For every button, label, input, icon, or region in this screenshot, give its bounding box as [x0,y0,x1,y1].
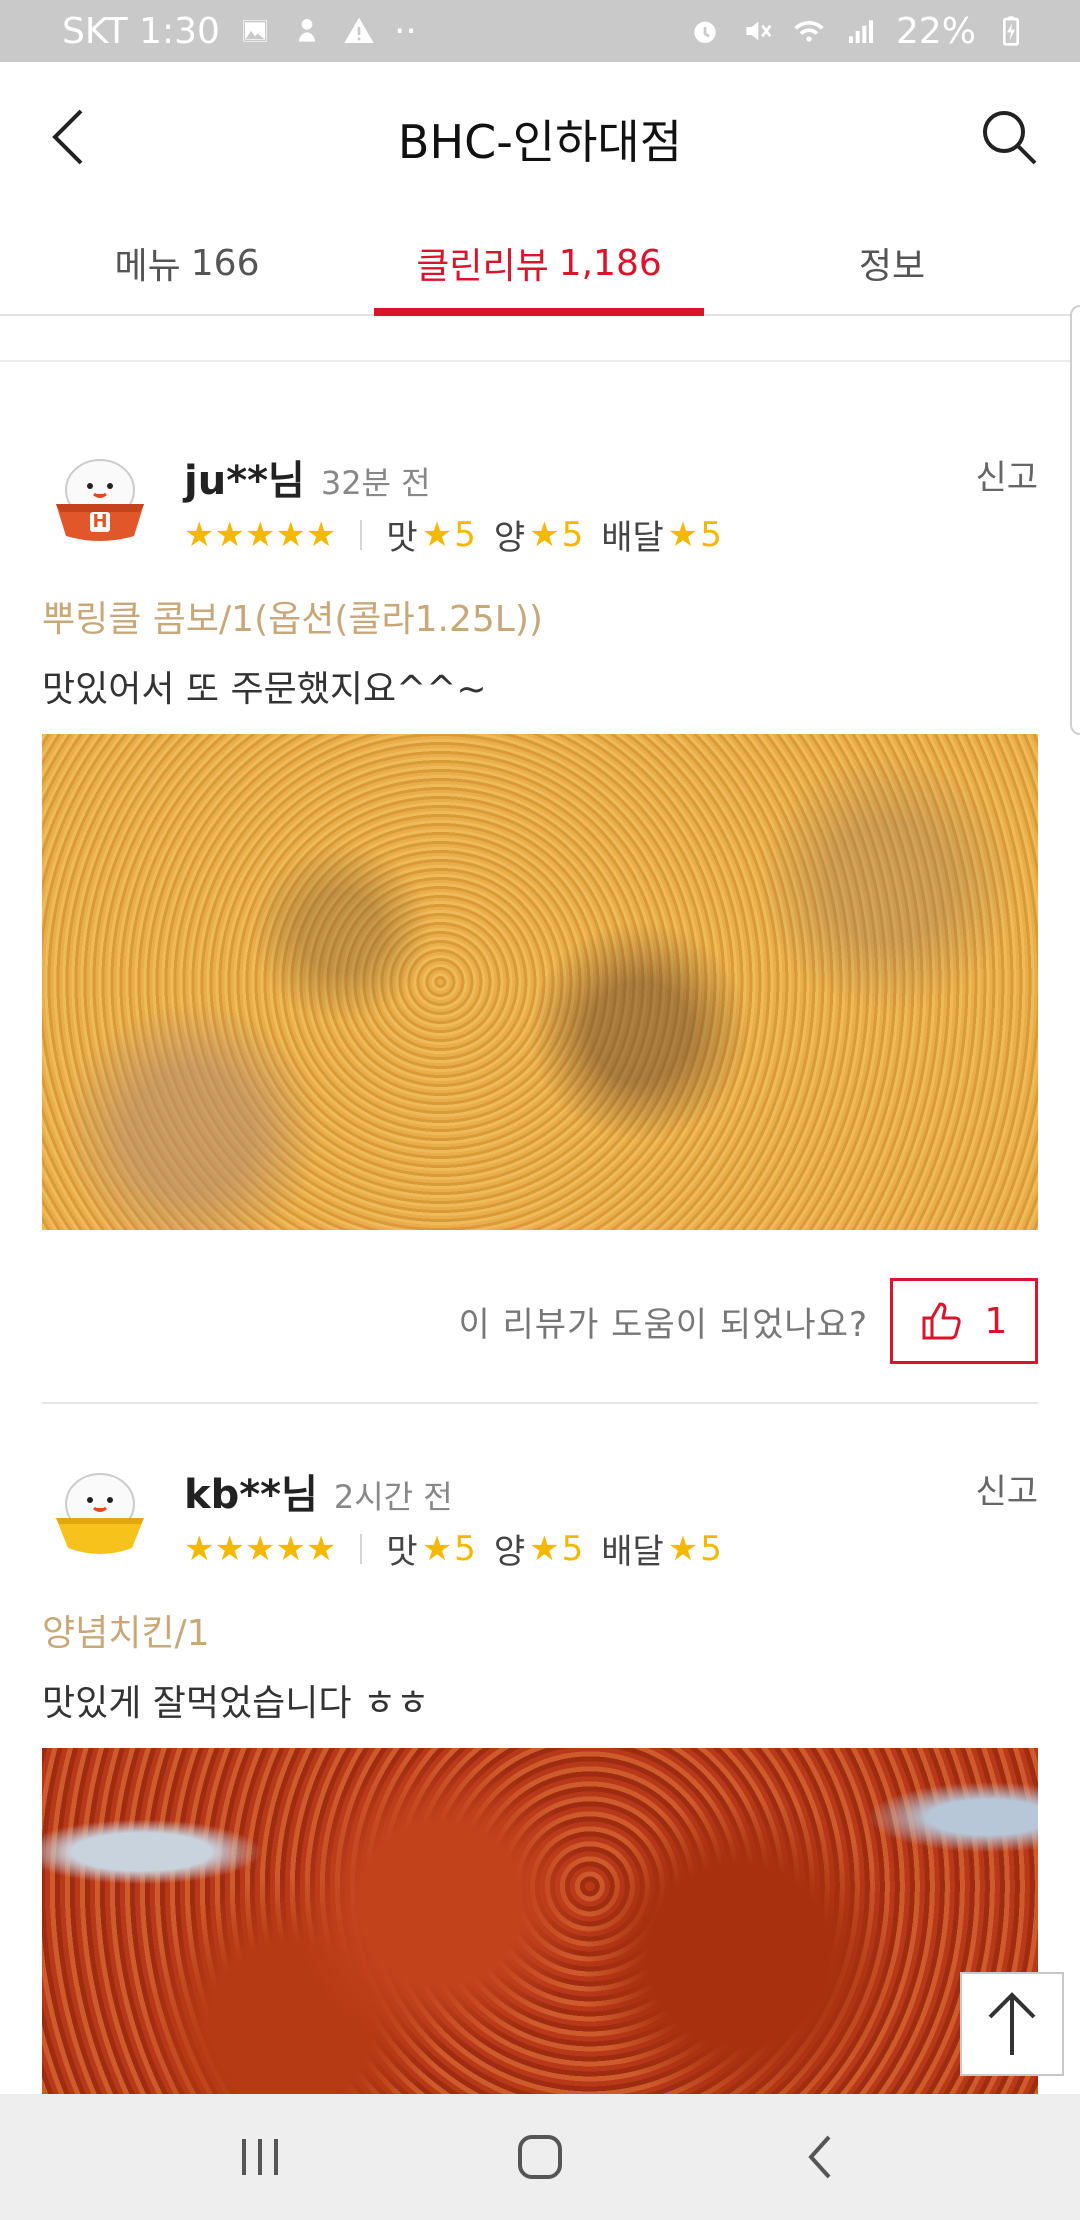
rating-taste-value: 5 [454,1528,476,1569]
search-button[interactable] [972,100,1046,174]
tab-menu-label: 메뉴 [114,246,181,287]
status-left: SKT 1:30 ·· [62,11,417,52]
warning-icon [342,14,376,48]
rating-quantity: 양 ★ 5 [494,1524,583,1573]
like-count: 1 [984,1300,1008,1342]
review-text: 맛있게 잘먹었습니다 ㅎㅎ [42,1683,430,1724]
tab-info[interactable]: 정보 [704,212,1080,314]
rating-delivery-label: 배달 [601,518,664,558]
star-icon: ★ [421,514,453,555]
review-header: ju**님 32분 전 [184,448,431,506]
status-bar: SKT 1:30 ·· 22% [0,0,1080,62]
avatar [50,1462,150,1562]
carrier-time: SKT 1:30 [62,10,220,52]
more-notifications: ·· [393,10,417,52]
rice-bowl-mascot-icon [56,459,144,541]
rating-delivery-value: 5 [700,514,722,555]
system-nav-bar [0,2094,1080,2220]
scroll-to-top-button[interactable] [960,1972,1064,2076]
search-icon [983,111,1037,165]
report-button[interactable]: 신고 [975,1464,1038,1513]
wifi-icon [792,14,826,48]
notification-icon [290,14,324,48]
rating-separator [360,1533,363,1564]
overall-stars: ★★★★★ [184,514,337,555]
rice-bowl-mascot-icon [56,1473,144,1554]
tab-clean-review-label: 클린리뷰 [416,246,549,287]
review-photo[interactable] [42,1748,1038,2094]
order-item: 양념치킨/1 [42,1613,210,1654]
rating-delivery-label: 배달 [601,1532,664,1572]
rating-taste: 맛 ★ 5 [386,1524,475,1573]
side-panel-edge[interactable] [1070,305,1080,735]
home-button[interactable] [495,2112,585,2202]
rating-quantity: 양 ★ 5 [494,510,583,559]
review-divider [42,1402,1038,1404]
overall-stars: ★★★★★ [184,1528,337,1569]
recent-apps-button[interactable] [215,2112,305,2202]
nav-back-icon [808,2135,831,2179]
star-icon: ★ [667,514,699,555]
username: kb**님 [184,1472,318,1518]
order-item: 뿌링클 콤보/1(옵션(콜라1.25L)) [42,599,543,640]
rating-delivery: 배달 ★ 5 [601,510,722,559]
signal-icon [844,14,878,48]
tab-info-label: 정보 [858,246,926,287]
thumbs-up-icon [922,1302,961,1340]
report-button[interactable]: 신고 [975,450,1038,499]
rating-delivery: 배달 ★ 5 [601,1524,722,1573]
rating-delivery-value: 5 [700,1528,722,1569]
star-icon: ★ [667,1528,699,1569]
rating-quantity-label: 양 [493,1532,526,1572]
review-text: 맛있어서 또 주문했지요^^~ [42,669,487,710]
page-title: BHC-인하대점 [397,115,683,169]
review-photo[interactable] [42,734,1038,1230]
avatar-badge-letter: H [92,511,108,532]
tab-clean-review-count: 1,186 [558,242,662,284]
gallery-icon [238,14,272,48]
home-icon [518,2135,562,2179]
like-button[interactable]: 1 [890,1278,1038,1364]
tab-menu-count: 166 [190,242,260,284]
status-right: 22% [688,11,1028,52]
avatar: H [50,448,150,548]
recent-apps-icon [242,2139,278,2175]
arrow-up-icon [988,1992,1036,2055]
review-time: 2시간 전 [333,1478,453,1516]
rating-taste-value: 5 [454,514,476,555]
rating-row: ★★★★★ 맛 ★ 5 양 ★ 5 배달 ★ 5 [184,510,740,559]
star-icon: ★ [529,1528,560,1569]
tab-menu[interactable]: 메뉴 166 [0,212,374,314]
rating-taste-label: 맛 [386,1532,418,1572]
rating-quantity-label: 양 [493,518,526,558]
review-item: H ju**님 32분 전 신고 ★★★★★ 맛 ★ 5 양 ★ 5 배달 ★ … [42,448,1038,1398]
rating-quantity-value: 5 [561,1528,584,1569]
review-header: kb**님 2시간 전 [184,1462,453,1520]
rating-quantity-value: 5 [561,514,584,555]
review-time: 32분 전 [320,464,431,502]
helpful-row: 이 리뷰가 도움이 되었나요? 1 [458,1278,1038,1364]
app-header: BHC-인하대점 [0,62,1080,212]
rating-taste-label: 맛 [386,518,418,558]
battery-icon [994,14,1028,48]
rating-row: ★★★★★ 맛 ★ 5 양 ★ 5 배달 ★ 5 [184,1524,740,1573]
username: ju**님 [184,458,305,504]
star-icon: ★ [421,1528,453,1569]
helpful-question: 이 리뷰가 도움이 되었나요? [458,1304,868,1345]
alarm-icon [688,14,722,48]
star-icon: ★ [529,514,560,555]
tab-clean-review[interactable]: 클린리뷰 1,186 [374,212,704,316]
review-item: kb**님 2시간 전 신고 ★★★★★ 맛 ★ 5 양 ★ 5 배달 ★ 5 … [42,1462,1038,2094]
section-divider [0,360,1080,362]
battery-percent: 22% [895,10,976,52]
mute-icon [740,14,774,48]
rating-separator [360,519,363,550]
rating-taste: 맛 ★ 5 [386,510,475,559]
nav-back-button[interactable] [775,2112,865,2202]
tab-bar: 메뉴 166 클린리뷰 1,186 정보 [0,212,1080,316]
